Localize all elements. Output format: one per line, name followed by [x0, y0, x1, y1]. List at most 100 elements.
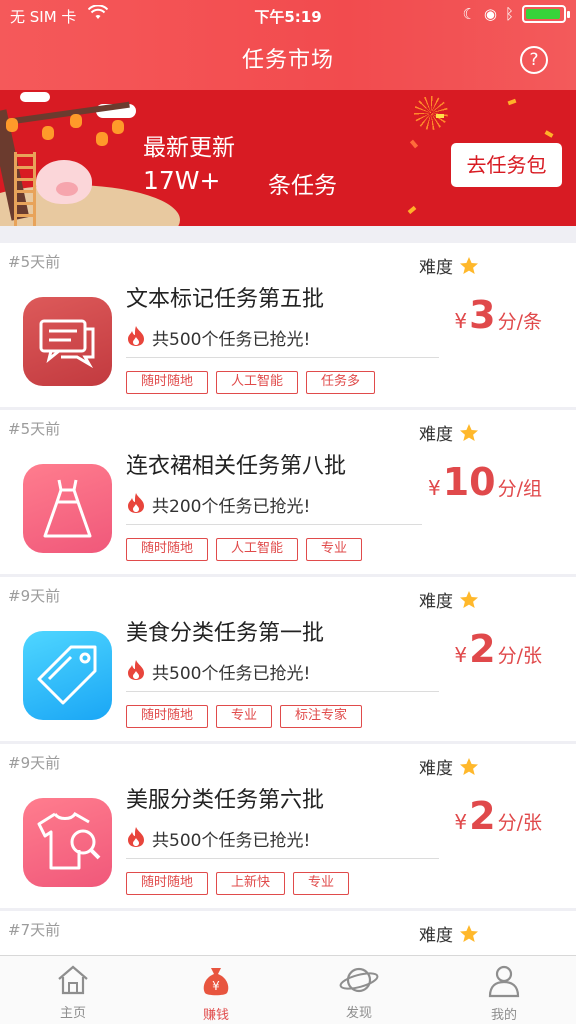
task-card[interactable]: #5天前文本标记任务第五批共500个任务已抢光! 随时随地 人工智能 任务多 难度 ¥3 分…: [0, 243, 576, 407]
cloud-decoration: [20, 92, 50, 102]
difficulty-label: 难度: [419, 759, 453, 779]
task-title: 美食分类任务第一批: [126, 621, 325, 646]
navigation-bar: 无 SIM 卡 下午5:19 ☾ ◉ ᛒ 任务市场 ?: [0, 0, 576, 90]
tab-earn[interactable]: ¥ 赚钱: [166, 964, 266, 1023]
difficulty-label: 难度: [419, 592, 453, 612]
price-tag-icon: [23, 631, 112, 720]
tab-discover[interactable]: 发现: [309, 964, 409, 1021]
task-price: ¥3 分/条: [454, 293, 542, 337]
task-age: #9天前: [8, 587, 61, 605]
task-sold-out-text: 共200个任务已抢光!: [152, 497, 311, 517]
difficulty-label: 难度: [419, 425, 453, 445]
price-unit: 分/张: [497, 812, 542, 834]
task-tag: 人工智能: [216, 371, 299, 394]
planet-icon: [339, 967, 379, 993]
tab-bar: 主页 ¥ 赚钱 发现 我的: [0, 955, 576, 1024]
go-task-package-button[interactable]: 去任务包: [451, 143, 562, 187]
task-tag: 标注专家: [280, 705, 363, 728]
task-price: ¥10 分/组: [428, 460, 542, 504]
fire-icon: [126, 325, 146, 347]
shirt-search-icon: [23, 798, 112, 887]
fire-icon: [126, 659, 146, 681]
lock-rotation-icon: ◉: [483, 5, 497, 23]
divider: [126, 691, 439, 692]
banner-count-suffix: 条任务: [268, 173, 337, 199]
task-tag: 随时随地: [126, 872, 209, 895]
status-bar: 无 SIM 卡 下午5:19 ☾ ◉ ᛒ: [0, 0, 576, 30]
task-tag: 随时随地: [126, 538, 209, 561]
home-icon: [58, 965, 88, 995]
task-title: 美服分类任务第六批: [126, 788, 325, 813]
divider: [126, 357, 439, 358]
task-sold-out-text: 共500个任务已抢光!: [152, 664, 311, 684]
battery-icon: [522, 5, 570, 23]
promo-banner[interactable]: 最新更新 17W+ 条任务 去任务包: [0, 90, 576, 226]
difficulty: 难度: [419, 253, 479, 278]
chat-bubbles-icon: [23, 297, 112, 386]
star-icon: [460, 423, 478, 441]
difficulty: 难度: [419, 420, 479, 445]
task-card[interactable]: #5天前连衣裙相关任务第八批共200个任务已抢光! 随时随地 人工智能 专业 难度 ¥10…: [0, 410, 576, 574]
difficulty-label: 难度: [419, 926, 453, 946]
user-icon: [488, 965, 520, 998]
task-title: 文本标记任务第五批: [126, 287, 325, 312]
star-icon: [460, 924, 478, 942]
task-card[interactable]: #9天前美食分类任务第一批共500个任务已抢光! 随时随地 专业 标注专家 难度 ¥2 分/…: [0, 577, 576, 741]
task-age: #5天前: [8, 420, 61, 438]
money-bag-icon: ¥: [203, 968, 229, 996]
price-unit: 分/张: [497, 645, 542, 667]
task-age: #7天前: [8, 921, 61, 939]
task-tag: 随时随地: [126, 705, 209, 728]
tab-label: 主页: [59, 1006, 86, 1021]
star-icon: [460, 256, 478, 274]
divider: [126, 524, 422, 525]
currency-symbol: ¥: [427, 476, 441, 500]
pig-mascot: [36, 160, 92, 204]
task-price: ¥2 分/张: [454, 794, 542, 838]
task-age: #5天前: [8, 253, 61, 271]
moon-icon: ☾: [462, 5, 476, 23]
task-sold-out-text: 共500个任务已抢光!: [152, 330, 311, 350]
price-value: 2: [469, 794, 496, 838]
price-value: 10: [442, 460, 496, 504]
question-circle-icon[interactable]: ?: [520, 46, 548, 74]
task-tag: 专业: [293, 872, 350, 895]
dress-icon: [23, 464, 112, 553]
task-title: 连衣裙相关任务第八批: [126, 454, 347, 479]
difficulty: 难度: [419, 587, 479, 612]
firework-decoration: [414, 96, 448, 130]
task-tags: 随时随地 上新快 专业: [126, 872, 350, 895]
svg-text:¥: ¥: [212, 979, 220, 993]
tab-label: 我的: [490, 1008, 517, 1023]
task-sold-out-text: 共500个任务已抢光!: [152, 831, 311, 851]
tab-label: 发现: [345, 1006, 372, 1021]
task-card[interactable]: #9天前美服分类任务第六批共500个任务已抢光! 随时随地 上新快 专业 难度 ¥2 分/张: [0, 744, 576, 908]
difficulty-label: 难度: [419, 258, 453, 278]
tab-home[interactable]: 主页: [23, 964, 123, 1021]
task-age: #9天前: [8, 754, 61, 772]
task-tag: 随时随地: [126, 371, 209, 394]
banner-headline: 最新更新: [143, 135, 235, 161]
lantern-decoration: [6, 118, 18, 132]
fire-icon: [126, 492, 146, 514]
bluetooth-icon: ᛒ: [504, 5, 514, 23]
fire-icon: [126, 826, 146, 848]
task-tag: 人工智能: [216, 538, 299, 561]
divider: [126, 858, 439, 859]
task-price: ¥2 分/张: [454, 627, 542, 671]
difficulty: 难度: [419, 921, 479, 946]
task-tags: 随时随地 人工智能 专业: [126, 538, 363, 561]
ladder-decoration: [14, 152, 36, 226]
tab-mine[interactable]: 我的: [454, 964, 554, 1023]
task-tag: 专业: [306, 538, 363, 561]
difficulty: 难度: [419, 754, 479, 779]
currency-symbol: ¥: [454, 643, 468, 667]
task-tag: 上新快: [216, 872, 286, 895]
star-icon: [460, 590, 478, 608]
task-tags: 随时随地 人工智能 任务多: [126, 371, 376, 394]
task-tags: 随时随地 专业 标注专家: [126, 705, 363, 728]
price-unit: 分/组: [497, 478, 542, 500]
task-tag: 任务多: [306, 371, 376, 394]
price-value: 3: [469, 293, 496, 337]
price-unit: 分/条: [497, 311, 542, 333]
